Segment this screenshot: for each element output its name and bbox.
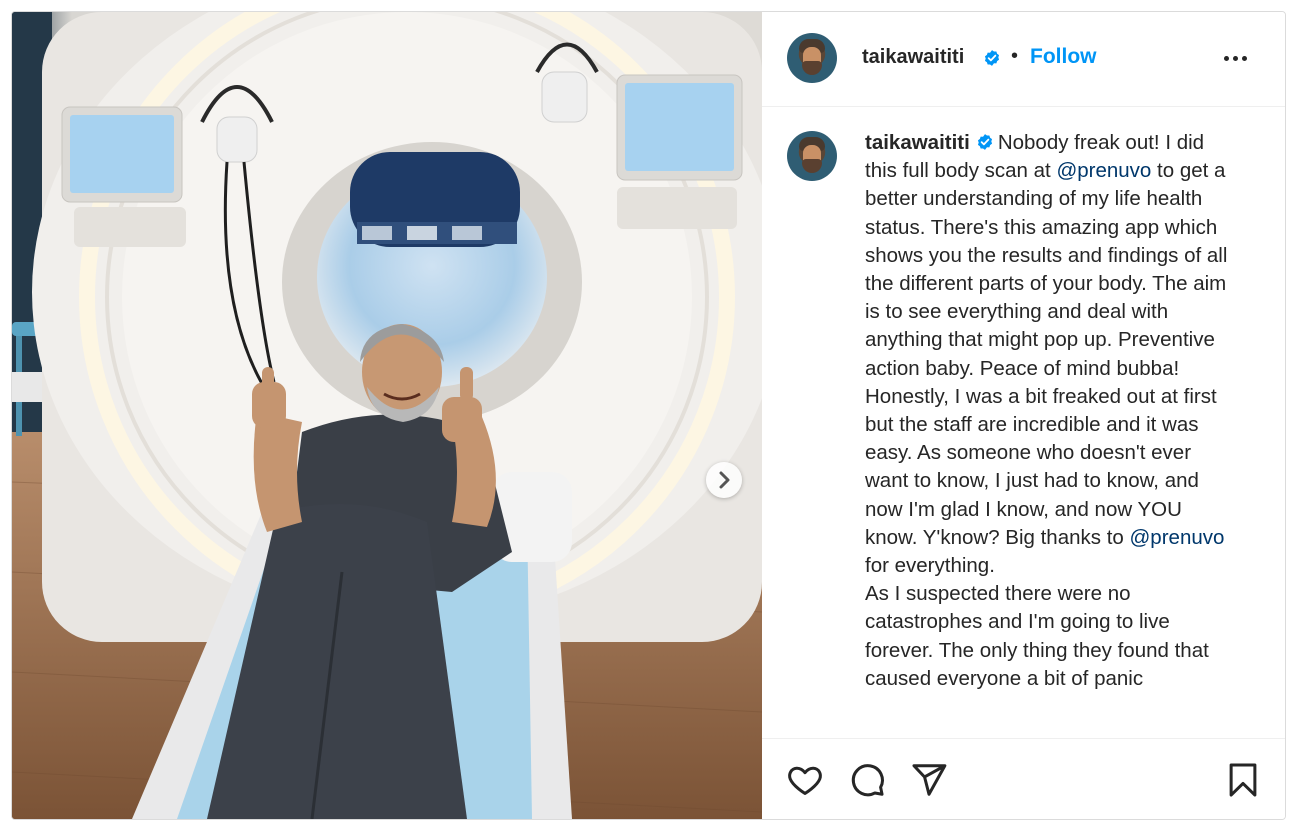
share-icon bbox=[912, 764, 947, 796]
author-username[interactable]: taikawaititi bbox=[862, 46, 964, 69]
verified-badge-icon bbox=[984, 50, 1000, 66]
caption-username[interactable]: taikawaititi bbox=[865, 131, 970, 154]
share-button[interactable] bbox=[910, 761, 948, 799]
like-button[interactable] bbox=[786, 761, 824, 799]
avatar[interactable] bbox=[787, 33, 837, 83]
header-separator: • bbox=[1011, 45, 1019, 67]
caption-text: to get a better understanding of my life… bbox=[865, 159, 1228, 549]
post-actions bbox=[762, 738, 1285, 819]
verified-badge-icon bbox=[977, 134, 992, 150]
chevron-right-icon bbox=[719, 471, 730, 489]
follow-button[interactable]: Follow bbox=[1030, 45, 1097, 69]
post-side-panel: taikawaititi • Follow taikawaititi Nobody… bbox=[762, 12, 1285, 819]
comment-button[interactable] bbox=[848, 761, 886, 799]
more-options-icon[interactable] bbox=[1224, 48, 1254, 68]
heart-icon bbox=[788, 766, 822, 795]
caption-area: taikawaititi Nobody freak out! I did this… bbox=[762, 107, 1285, 738]
post-caption: taikawaititi Nobody freak out! I did this… bbox=[865, 129, 1240, 693]
mention-link[interactable]: @prenuvo bbox=[1130, 526, 1225, 549]
instagram-post: taikawaititi • Follow taikawaititi Nobody… bbox=[11, 11, 1286, 820]
post-media[interactable] bbox=[12, 12, 762, 819]
bookmark-icon bbox=[1229, 763, 1257, 797]
mri-scanner-photo bbox=[12, 12, 762, 819]
comment-icon bbox=[851, 764, 884, 797]
post-header: taikawaititi • Follow bbox=[762, 12, 1285, 107]
avatar[interactable] bbox=[787, 131, 837, 181]
caption-text: for everything. As I suspected there wer… bbox=[865, 554, 1209, 690]
next-media-button[interactable] bbox=[706, 462, 742, 498]
mention-link[interactable]: @prenuvo bbox=[1056, 159, 1151, 182]
save-button[interactable] bbox=[1224, 761, 1262, 799]
